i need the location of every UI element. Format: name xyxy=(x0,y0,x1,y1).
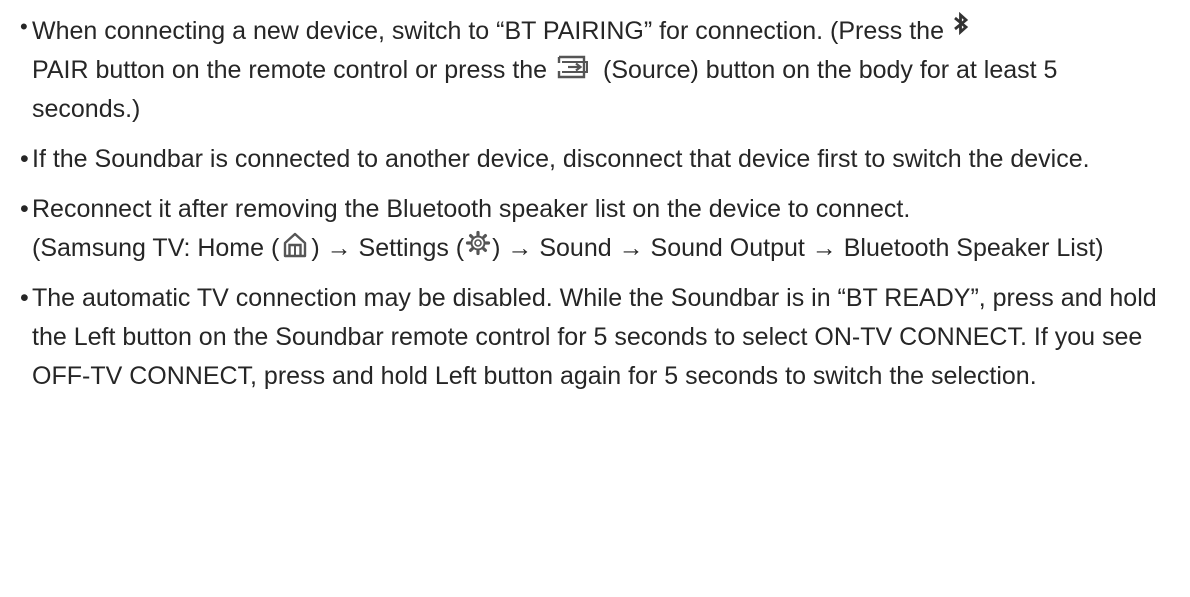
bullet-text: PAIR button on the remote control or pre… xyxy=(32,56,548,84)
bluetooth-icon xyxy=(953,12,969,36)
bullet-text: ) → Sound → Sound Output → Bluetooth Spe… xyxy=(492,234,1104,262)
bullet-text: When connecting a new device, switch to … xyxy=(32,17,944,45)
document-page: When connecting a new device, switch to … xyxy=(0,0,1190,597)
troubleshooting-list: When connecting a new device, switch to … xyxy=(20,7,1172,396)
list-item: When connecting a new device, switch to … xyxy=(20,7,1172,129)
bullet-text: (Samsung TV: Home ( xyxy=(32,234,280,262)
settings-gear-icon xyxy=(465,230,491,256)
source-icon xyxy=(556,53,594,81)
list-item: If the Soundbar is connected to another … xyxy=(20,140,1172,179)
bullet-text: Reconnect it after removing the Bluetoot… xyxy=(32,195,911,223)
bullet-text: If the Soundbar is connected to another … xyxy=(32,145,1090,173)
list-item: Reconnect it after removing the Bluetoot… xyxy=(20,190,1172,268)
bullet-text: The automatic TV connection may be disab… xyxy=(32,284,1157,390)
list-item: The automatic TV connection may be disab… xyxy=(20,279,1172,396)
home-icon xyxy=(280,230,310,260)
bullet-text: ) → Settings ( xyxy=(311,234,465,262)
